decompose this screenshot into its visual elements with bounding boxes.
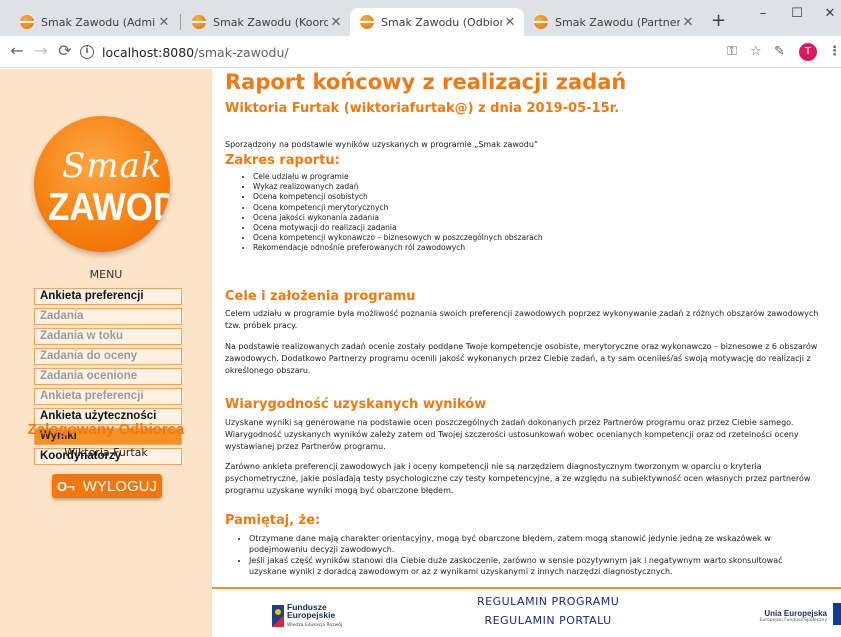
key-icon[interactable]: ⚿ — [727, 44, 737, 59]
scope-heading: Zakres raportu: — [225, 153, 340, 168]
report-subtitle: Wiktoria Furtak (wiktoriafurtak@) z dnia… — [225, 101, 620, 116]
logged-role-label: Zalogowany Odbiorca — [27, 421, 185, 438]
list-item: Ocena kompetencji wykonawczo – biznesowy… — [253, 233, 543, 243]
remember-heading: Pamiętaj, że: — [225, 513, 321, 528]
close-icon[interactable]: ✕ — [680, 15, 696, 30]
menu-item-zadania-w-toku[interactable]: Zadania w toku — [34, 328, 182, 345]
tab-partner[interactable]: Smak Zawodu (Partner) ✕ — [524, 8, 702, 36]
ue-subtitle: Europejski Fundusz Społeczny — [759, 618, 827, 623]
remember-list: Otrzymane dane mają charakter orientacyj… — [235, 533, 820, 577]
reliability-heading: Wiarygodność uzyskanych wyników — [225, 397, 487, 412]
fe-logo-subtext: Wiedza Edukacja Rozwój — [287, 623, 343, 628]
list-item: Otrzymane dane mają charakter orientacyj… — [249, 533, 820, 555]
star-icon[interactable]: ☆ — [750, 44, 762, 59]
url-path: /smak-zawodu/ — [194, 44, 289, 60]
menu-item-zadania[interactable]: Zadania — [34, 308, 182, 325]
tab-odbiorca[interactable]: Smak Zawodu (Odbiorca) ✕ — [350, 8, 524, 36]
forward-button[interactable]: → — [30, 41, 52, 61]
favicon-icon — [360, 15, 374, 29]
page-footer: Fundusze Europejskie Wiedza Edukacja Rozw… — [212, 587, 841, 637]
fundusze-europejskie-logo: Fundusze Europejskie Wiedza Edukacja Rozw… — [272, 603, 352, 633]
user-name: Wiktoria Furtak — [64, 446, 148, 459]
list-item: Ocena jakości wykonania zadania — [253, 213, 543, 223]
eu-flag-icon — [833, 603, 841, 625]
sidebar: Smak ZAWODU MENU Ankieta preferencji Zad… — [0, 69, 212, 637]
menu-item-zadania-do-oceny[interactable]: Zadania do oceny — [34, 348, 182, 365]
favicon-icon — [20, 15, 34, 29]
tab-label: Smak Zawodu (Partner) — [555, 15, 680, 29]
tab-separator — [180, 14, 181, 30]
back-button[interactable]: ← — [6, 41, 28, 61]
url-text: localhost:8080/smak-zawodu/ — [102, 45, 289, 60]
list-item: Rekomendacje odnośnie preferowanych ról … — [253, 243, 543, 253]
key-icon: O¬ — [57, 478, 75, 494]
close-icon[interactable]: ✕ — [328, 15, 344, 30]
menu-item-ankieta-preferencji[interactable]: Ankieta preferencji — [34, 288, 182, 305]
tab-koordynator[interactable]: Smak Zawodu (Koordynator) ✕ — [182, 8, 350, 36]
favicon-icon — [534, 15, 548, 29]
close-icon[interactable]: ✕ — [156, 15, 172, 30]
regulamin-portalu-link[interactable]: REGULAMIN PORTALU — [477, 611, 619, 630]
info-icon[interactable]: i — [80, 45, 94, 59]
report-title: Raport końcowy z realizacji zadań — [225, 70, 627, 94]
maximize-button[interactable]: ☐ — [782, 6, 812, 21]
menu-item-zadania-ocenione[interactable]: Zadania ocenione — [34, 368, 182, 385]
list-item: Jeśli jakaś część wyników stanowi dla Ci… — [249, 555, 820, 577]
ue-title: Unia Europejska — [764, 609, 827, 618]
regulamin-programu-link[interactable]: REGULAMIN PROGRAMU — [477, 592, 619, 611]
fe-logo-text: Fundusze Europejskie — [287, 602, 336, 620]
list-item: Ocena kompetencji merytorycznych — [253, 203, 543, 213]
scope-list: Cele udziału w programie Wykaz realizowa… — [245, 172, 543, 254]
browser-titlebar: Smak Zawodu (Administrator) ✕ Smak Zawod… — [0, 0, 841, 36]
minimize-button[interactable]: – — [748, 6, 778, 21]
footer-links: REGULAMIN PROGRAMU REGULAMIN PORTALU — [477, 592, 619, 630]
window-close-button[interactable]: ✕ — [815, 6, 841, 21]
smak-zawodu-logo: Smak ZAWODU — [34, 116, 170, 252]
new-tab-button[interactable]: + — [711, 12, 726, 30]
logout-button[interactable]: O¬ WYLOGUJ — [52, 474, 162, 498]
profile-avatar[interactable]: T — [799, 43, 817, 61]
list-item: Ocena kompetencji osobistych — [253, 192, 543, 202]
extension-icon[interactable]: ✎ — [774, 44, 785, 59]
reliability-paragraph-1: Uzyskane wyniki są generowane na podstaw… — [225, 418, 799, 451]
reload-button[interactable]: ⟳ — [54, 41, 76, 61]
logo-text-zawodu: ZAWODU — [48, 186, 170, 229]
browser-toolbar: ← → ⟳ i localhost:8080/smak-zawodu/ ⚿ ☆ … — [0, 36, 841, 68]
close-icon[interactable]: ✕ — [502, 15, 518, 30]
tab-label: Smak Zawodu (Koordynator) — [213, 15, 328, 29]
menu-dots-icon[interactable]: ⋮ — [828, 44, 841, 59]
list-item: Cele udziału w programie — [253, 172, 543, 182]
logo-text-smak: Smak — [62, 146, 163, 186]
menu-item-ankieta-preferencji-2[interactable]: Ankieta preferencji — [34, 388, 182, 405]
list-item: Wykaz realizowanych zadań — [253, 182, 543, 192]
unia-europejska-logo: Unia Europejska Europejski Fundusz Społe… — [747, 609, 827, 623]
address-bar[interactable]: i localhost:8080/smak-zawodu/ — [80, 40, 770, 64]
favicon-icon — [192, 15, 206, 29]
tab-label: Smak Zawodu (Administrator) — [41, 15, 156, 29]
sidebar-menu: Ankieta preferencji Zadania Zadania w to… — [34, 288, 182, 468]
reliability-paragraph-2: Zarówno ankieta preferencji zawodowych j… — [225, 462, 811, 495]
goals-paragraph-1: Celem udziału w programie była możliwość… — [225, 309, 819, 330]
list-item: Ocena motywacji do realizacji zadania — [253, 223, 543, 233]
logout-label: WYLOGUJ — [82, 477, 157, 495]
tab-administrator[interactable]: Smak Zawodu (Administrator) ✕ — [10, 8, 178, 36]
url-host: localhost:8080 — [102, 44, 195, 60]
goals-paragraph-2: Na podstawie realizowanych zadań ocenie … — [225, 342, 818, 375]
menu-title: MENU — [89, 268, 123, 281]
tab-label: Smak Zawodu (Odbiorca) — [381, 15, 502, 29]
fe-flag-icon — [272, 605, 284, 627]
report-intro: Sporządzony na podstawie wyników uzyskan… — [225, 140, 539, 149]
goals-heading: Cele i założenia programu — [225, 289, 416, 304]
